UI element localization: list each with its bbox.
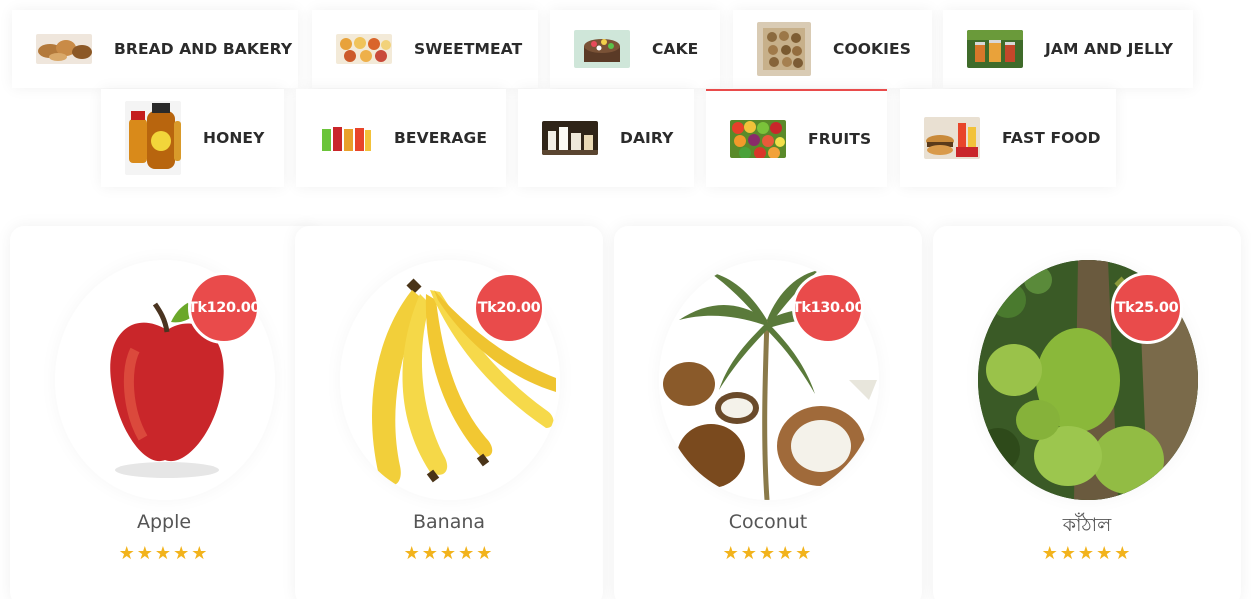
star-icon: ★	[1114, 543, 1133, 564]
page: BREAD AND BAKERY SWEETMEAT CAKE COOKIES …	[0, 0, 1251, 599]
star-icon: ★	[1059, 543, 1078, 564]
star-icon: ★	[191, 543, 210, 564]
beverage-thumbnail	[320, 123, 372, 153]
rating-stars: ★★★★★	[295, 543, 603, 564]
category-tab-sweetmeat[interactable]: SWEETMEAT	[312, 10, 538, 88]
star-icon: ★	[758, 543, 778, 564]
star-icon: ★	[1077, 543, 1097, 564]
honey-thumbnail	[125, 101, 181, 175]
price-badge: Tk20.00	[473, 272, 545, 344]
category-tab-beverage[interactable]: BEVERAGE	[296, 89, 506, 187]
category-tab-jam-and-jelly[interactable]: JAM AND JELLY	[943, 10, 1193, 88]
category-label: CAKE	[652, 40, 699, 58]
fast-food-thumbnail	[924, 117, 980, 159]
rating-stars: ★★★★★	[10, 543, 318, 564]
product-card-coconut[interactable]: Tk130.00 Coconut ★★★★★	[614, 226, 922, 599]
category-label: BREAD AND BAKERY	[114, 40, 293, 58]
star-icon: ★	[154, 543, 174, 564]
category-label: FRUITS	[808, 130, 872, 148]
category-label: SWEETMEAT	[414, 40, 523, 58]
category-label: JAM AND JELLY	[1045, 40, 1174, 58]
star-icon: ★	[136, 543, 155, 564]
star-icon: ★	[421, 543, 440, 564]
star-icon: ★	[740, 543, 759, 564]
star-icon: ★	[777, 543, 796, 564]
product-card-apple[interactable]: Tk120.00 Apple ★★★★★	[10, 226, 318, 599]
jam-jelly-thumbnail	[967, 30, 1023, 68]
category-tab-honey[interactable]: HONEY	[101, 89, 284, 187]
star-icon: ★	[1041, 543, 1060, 564]
star-icon: ★	[722, 543, 741, 564]
rating-stars: ★★★★★	[614, 543, 922, 564]
star-icon: ★	[476, 543, 495, 564]
dairy-thumbnail	[542, 121, 598, 155]
product-card-jackfruit[interactable]: Tk25.00 কাঁঠাল ★★★★★	[933, 226, 1241, 599]
category-label: FAST FOOD	[1002, 129, 1101, 147]
fruits-thumbnail	[730, 120, 786, 158]
category-label: DAIRY	[620, 129, 674, 147]
product-name[interactable]: Banana	[295, 511, 603, 533]
star-icon: ★	[403, 543, 422, 564]
star-icon: ★	[795, 543, 814, 564]
category-label: HONEY	[203, 129, 265, 147]
cookies-thumbnail	[757, 22, 811, 76]
price-badge: Tk120.00	[188, 272, 261, 344]
product-name[interactable]: Apple	[10, 511, 318, 533]
star-icon: ★	[458, 543, 477, 564]
sweetmeat-thumbnail	[336, 34, 392, 64]
cake-thumbnail	[574, 30, 630, 68]
category-tab-bread-and-bakery[interactable]: BREAD AND BAKERY	[12, 10, 298, 88]
rating-stars: ★★★★★	[933, 543, 1241, 564]
price-badge: Tk25.00	[1111, 272, 1183, 344]
product-name[interactable]: Coconut	[614, 511, 922, 533]
price-badge: Tk130.00	[792, 272, 865, 344]
category-tab-fast-food[interactable]: FAST FOOD	[900, 89, 1116, 187]
bread-bakery-thumbnail	[36, 34, 92, 64]
star-icon: ★	[1096, 543, 1115, 564]
category-label: COOKIES	[833, 40, 911, 58]
category-tab-cookies[interactable]: COOKIES	[733, 10, 932, 88]
product-card-banana[interactable]: Tk20.00 Banana ★★★★★	[295, 226, 603, 599]
category-label: BEVERAGE	[394, 129, 488, 147]
product-name[interactable]: কাঁঠাল	[933, 511, 1241, 543]
category-tab-dairy[interactable]: DAIRY	[518, 89, 694, 187]
star-icon: ★	[118, 543, 137, 564]
star-icon: ★	[439, 543, 459, 564]
star-icon: ★	[173, 543, 192, 564]
category-tab-cake[interactable]: CAKE	[550, 10, 720, 88]
category-tab-fruits[interactable]: FRUITS	[706, 89, 887, 187]
